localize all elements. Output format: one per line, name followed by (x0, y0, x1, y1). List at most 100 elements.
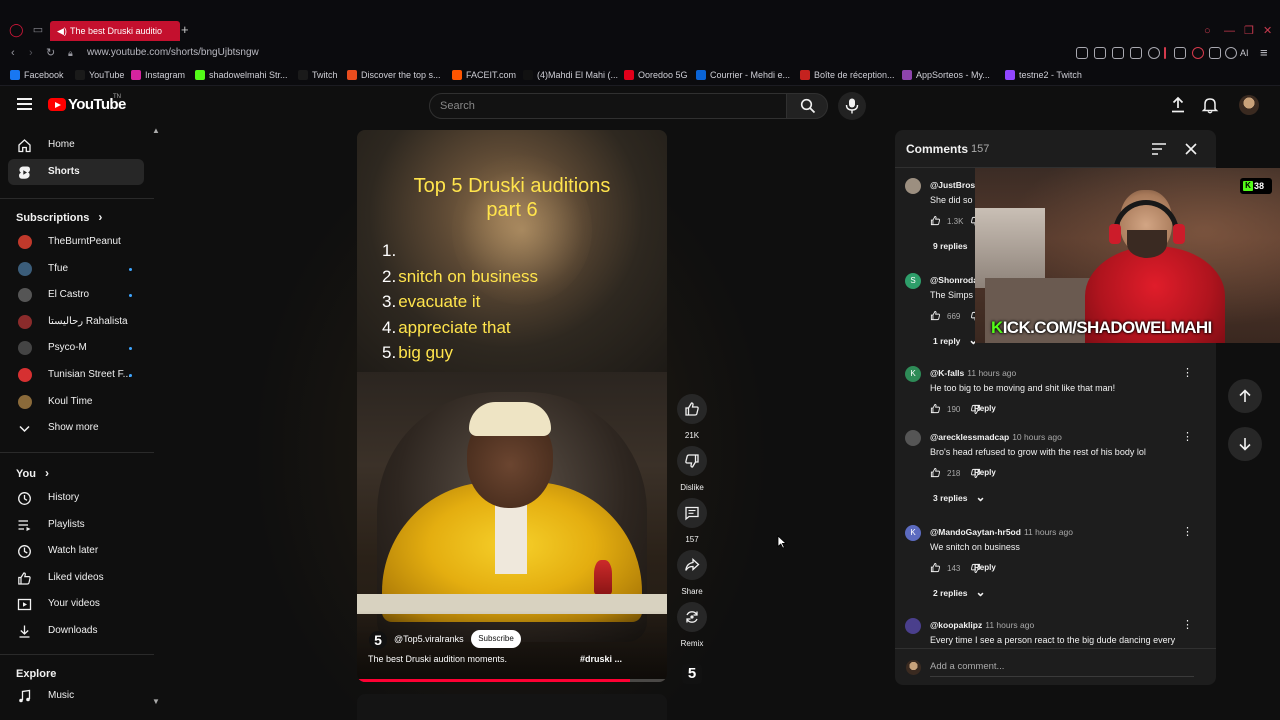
comment-timestamp[interactable]: 10 hours ago (1012, 432, 1062, 442)
shorts-video-player[interactable]: Top 5 Druski auditions part 6 1. 2. snitch… (357, 130, 667, 682)
notifications-bell-icon[interactable] (1201, 96, 1219, 114)
close-window-button[interactable]: ✕ (1263, 25, 1272, 37)
like-button[interactable]: 21K (676, 394, 708, 441)
sidebar-item-music[interactable]: Music (8, 683, 144, 709)
bookmark-item[interactable]: Instagram (131, 69, 185, 83)
sidebar-item-your-videos[interactable]: Your videos (8, 591, 144, 617)
account-icon[interactable] (1192, 47, 1204, 59)
sidebar-item-downloads[interactable]: Downloads (8, 618, 144, 644)
comment-avatar[interactable] (905, 618, 921, 634)
thumbs-up-icon[interactable] (930, 467, 941, 478)
comment-avatar[interactable] (905, 178, 921, 194)
comment-author-name[interactable]: @koopaklipz (930, 620, 982, 630)
maximize-button[interactable]: ❐ (1244, 25, 1254, 37)
forward-icon[interactable]: › (29, 46, 33, 60)
upload-icon[interactable] (1169, 96, 1187, 114)
view-replies-button[interactable]: 1 reply ⌄ (933, 333, 978, 347)
bookmark-item[interactable]: (4)Mahdi El Mahi (... (523, 69, 618, 83)
bookmark-item[interactable]: FACEIT.com (452, 69, 516, 83)
snapshot-icon[interactable] (1094, 47, 1106, 59)
video-hashtag[interactable]: #druski ... (580, 654, 622, 665)
comment-author-name[interactable]: @Shonroda (930, 275, 978, 285)
aria-ai-button[interactable]: AI (1240, 48, 1249, 58)
subscription-item[interactable]: Koul Time (8, 389, 144, 415)
bookmark-item[interactable]: YouTube (75, 69, 124, 83)
reply-button[interactable]: Reply (974, 468, 996, 477)
comment-author[interactable]: @JustBros (930, 180, 975, 190)
video-caption[interactable]: The best Druski audition moments. (368, 654, 507, 665)
comment-avatar[interactable] (905, 430, 921, 446)
comment-author[interactable]: @K-falls 11 hours ago (930, 368, 1016, 378)
comment-author-name[interactable]: @JustBros (930, 180, 975, 190)
channel-avatar[interactable]: 5 (369, 631, 387, 649)
more-options-icon[interactable]: ⋮ (1182, 620, 1193, 631)
comment-author[interactable]: @MandoGaytan-hr5od 11 hours ago (930, 527, 1073, 537)
player-icon[interactable] (1130, 47, 1142, 59)
sidebar-item-liked-videos[interactable]: Liked videos (8, 565, 144, 591)
subscription-item[interactable]: El Castro (8, 282, 144, 308)
comment-timestamp[interactable]: 11 hours ago (1024, 527, 1073, 537)
scroll-up-arrow-icon[interactable]: ▲ (152, 126, 160, 135)
guide-menu-icon[interactable] (17, 98, 32, 110)
view-replies-button[interactable]: 3 replies ⌄ (933, 490, 986, 504)
dislike-button[interactable]: Dislike (676, 446, 708, 493)
thumbs-up-icon[interactable] (930, 562, 941, 573)
subscribe-button[interactable]: Subscribe (471, 630, 521, 648)
easy-setup-icon[interactable]: ≡ (1260, 45, 1268, 60)
tab-islands-icon[interactable]: ▭ (32, 24, 44, 36)
thumbs-up-icon[interactable] (930, 215, 941, 226)
bookmark-item[interactable]: Facebook (10, 69, 64, 83)
comment-author-name[interactable]: @arecklessmadcap (930, 432, 1009, 442)
history-toolbar-icon[interactable] (1225, 47, 1237, 59)
more-options-icon[interactable]: ⋮ (1182, 432, 1193, 443)
tab-youtube-short[interactable]: ◀) The best Druski auditio (50, 21, 180, 41)
more-options-icon[interactable]: ⋮ (1182, 368, 1193, 379)
comment-author-name[interactable]: @K-falls (930, 368, 964, 378)
add-comment-input[interactable]: Add a comment... (930, 661, 1004, 672)
bookmark-item[interactable]: Twitch (298, 69, 338, 83)
comments-button[interactable]: 157 (676, 498, 708, 545)
bookmark-item[interactable]: Courrier - Mehdi e... (696, 69, 790, 83)
comment-timestamp[interactable]: 11 hours ago (967, 368, 1016, 378)
comment-timestamp[interactable]: 11 hours ago (985, 620, 1034, 630)
opera-logo-icon[interactable]: ◯ (9, 23, 24, 36)
minimize-button[interactable]: — (1224, 25, 1235, 37)
bookmark-item[interactable]: shadowelmahi Str... (195, 69, 288, 83)
search-button[interactable] (786, 93, 828, 119)
video-progress-bar[interactable] (357, 679, 667, 682)
comment-author[interactable]: @Shonroda (930, 275, 978, 285)
reply-button[interactable]: Reply (974, 404, 996, 413)
bookmark-item[interactable]: testne2 - Twitch (1005, 69, 1082, 83)
close-icon[interactable] (1185, 143, 1197, 155)
account-avatar[interactable] (1239, 95, 1259, 115)
bookmark-item[interactable]: Ooredoo 5G (624, 69, 688, 83)
view-replies-button[interactable]: 2 replies ⌄ (933, 585, 986, 599)
sound-thumbnail[interactable]: 5 (682, 664, 702, 684)
subscription-item[interactable]: رحالیستا Rahalista (8, 309, 144, 335)
sidebar-item-shorts[interactable]: Shorts (8, 159, 144, 185)
sidebar-item-history[interactable]: History (8, 485, 144, 511)
previous-short-button[interactable] (1228, 379, 1262, 413)
next-short-preview[interactable] (357, 694, 667, 720)
voice-search-button[interactable] (838, 92, 866, 120)
bookmark-item[interactable]: AppSorteos - My... (902, 69, 990, 83)
sort-icon[interactable] (1152, 143, 1166, 155)
subscription-item[interactable]: Tfue (8, 256, 144, 282)
thumbs-up-icon[interactable] (930, 310, 941, 321)
new-tab-button[interactable]: + (181, 23, 189, 37)
subscription-item[interactable]: Psyco-M (8, 335, 144, 361)
bookmark-item[interactable]: Boîte de réception... (800, 69, 895, 83)
subscription-item[interactable]: TheBurntPeanut (8, 229, 144, 255)
you-heading[interactable]: You › (16, 466, 49, 480)
bookmark-item[interactable]: Discover the top s... (347, 69, 441, 83)
speaker-icon[interactable]: ◀) (57, 21, 67, 41)
extensions-icon[interactable] (1174, 47, 1186, 59)
sidebar-item-playlists[interactable]: Playlists (8, 512, 144, 538)
show-more-button[interactable]: Show more (8, 415, 144, 441)
search-input[interactable]: Search (429, 93, 787, 119)
thumbs-up-icon[interactable] (930, 403, 941, 414)
heart-icon[interactable] (1148, 47, 1160, 59)
scroll-down-arrow-icon[interactable]: ▼ (152, 697, 160, 706)
comment-avatar[interactable]: K (905, 525, 921, 541)
adblock-icon[interactable] (1112, 47, 1124, 59)
